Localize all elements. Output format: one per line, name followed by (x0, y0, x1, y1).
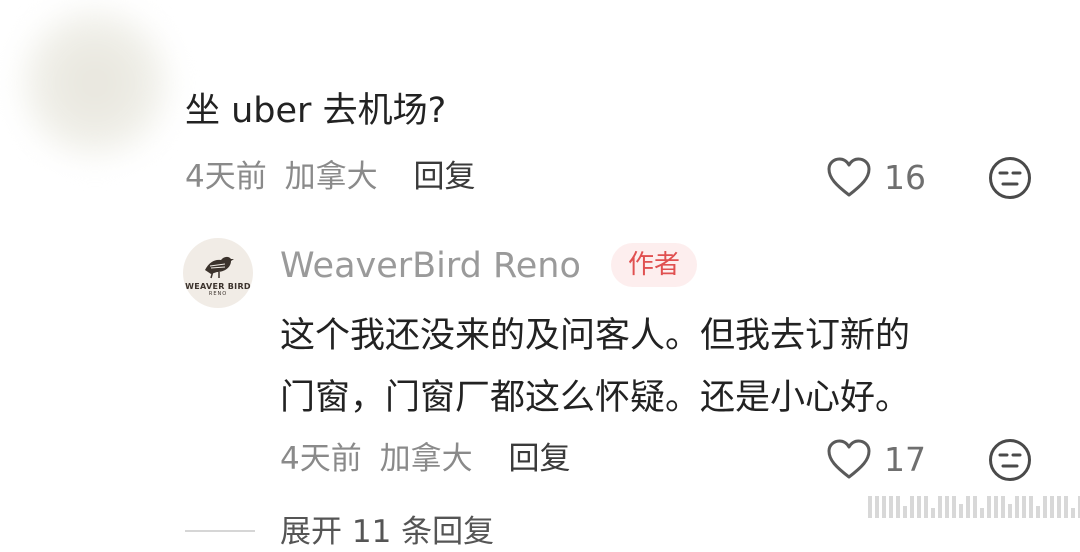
expand-replies-button[interactable]: 展开 11 条回复 (280, 512, 494, 552)
comment-text: 坐 uber 去机场? (185, 91, 447, 131)
avatar-text: WEAVER BIRD (185, 281, 251, 291)
heart-outline-icon (827, 157, 871, 197)
expand-divider (185, 530, 255, 532)
like-button[interactable]: 16 (826, 156, 926, 198)
reply-location: 加拿大 (379, 441, 473, 477)
reply-button[interactable]: 回复 (413, 159, 475, 195)
reply-text: 这个我还没来的及问客人。但我去订新的 门窗，门窗厂都这么怀疑。还是小心好。 (280, 305, 1040, 429)
like-button[interactable]: 17 (826, 438, 926, 480)
avatar-subtext: RENO (208, 290, 228, 297)
reply-text-line: 门窗，门窗厂都这么怀疑。还是小心好。 (280, 378, 911, 418)
like-count: 16 (884, 157, 926, 197)
comment-location: 加拿大 (284, 159, 378, 195)
bird-logo-icon (205, 256, 234, 278)
neutral-face-icon[interactable] (988, 156, 1032, 200)
comment-time: 4天前 (185, 159, 267, 195)
watermark (868, 490, 1080, 518)
reply-text-line: 这个我还没来的及问客人。但我去订新的 (280, 316, 911, 356)
reply-time: 4天前 (280, 441, 362, 477)
author-avatar[interactable]: WEAVER BIRD RENO (183, 238, 253, 308)
author-name[interactable]: WeaverBird Reno (280, 244, 581, 288)
blurred-avatar[interactable] (20, 8, 170, 158)
comment-meta: 4天前 加拿大 回复 (185, 157, 475, 197)
neutral-face-icon[interactable] (988, 438, 1032, 482)
like-count: 17 (884, 439, 926, 479)
reply-button[interactable]: 回复 (508, 441, 570, 477)
author-badge: 作者 (611, 243, 698, 287)
reply-meta: 4天前 加拿大 回复 (280, 439, 570, 479)
heart-outline-icon (827, 439, 871, 479)
